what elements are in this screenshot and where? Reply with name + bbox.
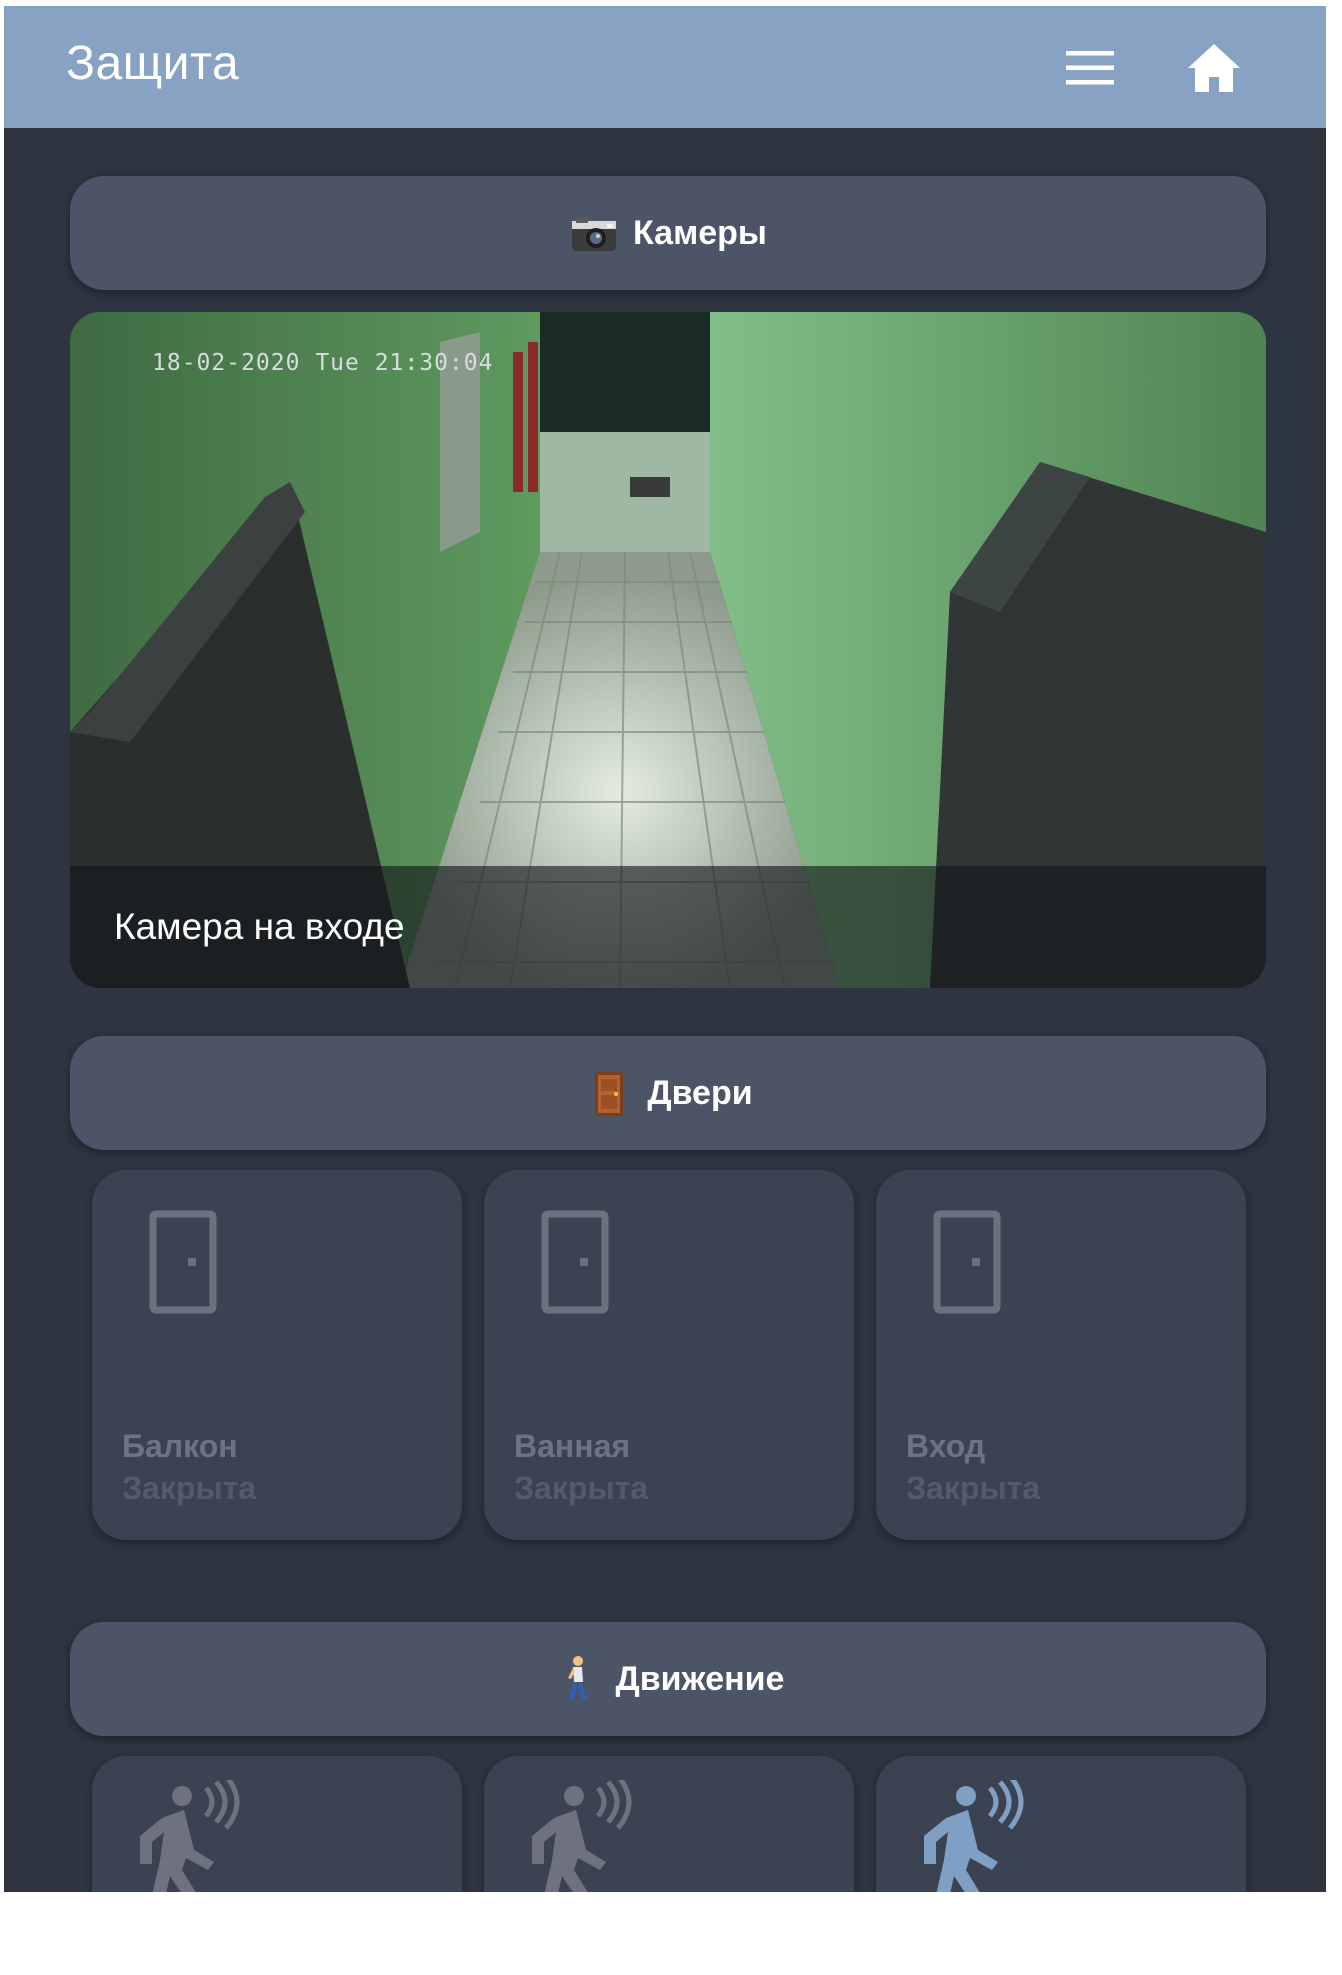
menu-button[interactable]	[1058, 36, 1122, 100]
door-name: Вход	[906, 1428, 986, 1464]
camera-emoji-icon	[572, 217, 617, 251]
motion-section-header[interactable]: Движение	[70, 1622, 1266, 1736]
door-emoji-icon	[595, 1072, 624, 1116]
motion-sensor-tile-2[interactable]	[484, 1756, 854, 1892]
app-screen: Защита Камеры 18-02-2020 Tue 21:30:04 Ка…	[4, 6, 1326, 1892]
page-title: Защита	[66, 37, 240, 90]
cameras-section-label: Камеры	[633, 213, 767, 252]
entrance-camera-feed[interactable]: 18-02-2020 Tue 21:30:04 Камера на входе	[70, 312, 1266, 988]
hamburger-menu-icon	[1066, 51, 1114, 85]
motion-sensor-tile-1[interactable]	[92, 1756, 462, 1892]
door-state: Закрыта	[906, 1470, 1041, 1506]
door-name: Ванная	[514, 1428, 631, 1464]
door-tile-entrance[interactable]: Вход Закрыта	[876, 1170, 1246, 1540]
door-state: Закрыта	[514, 1470, 649, 1506]
cameras-section-header[interactable]: Камеры	[70, 176, 1266, 290]
motion-sensor-tile-3[interactable]	[876, 1756, 1246, 1892]
motion-sensor-icon	[140, 1780, 240, 1892]
doors-section-label: Двери	[647, 1073, 753, 1112]
camera-timestamp: 18-02-2020 Tue 21:30:04	[152, 350, 494, 376]
top-app-bar: Защита	[4, 6, 1326, 128]
doors-section-header[interactable]: Двери	[70, 1036, 1266, 1150]
door-state: Закрыта	[122, 1470, 257, 1506]
motion-sensor-icon	[532, 1780, 632, 1892]
motion-sensor-active-icon	[924, 1780, 1024, 1892]
door-icon	[933, 1210, 1001, 1314]
door-icon	[149, 1210, 217, 1314]
home-icon	[1188, 44, 1240, 92]
home-button[interactable]	[1182, 36, 1246, 100]
door-tile-balcony[interactable]: Балкон Закрыта	[92, 1170, 462, 1540]
motion-section-label: Движение	[615, 1659, 785, 1698]
door-icon	[541, 1210, 609, 1314]
walking-person-emoji-icon	[567, 1656, 587, 1700]
door-tile-bathroom[interactable]: Ванная Закрыта	[484, 1170, 854, 1540]
camera-caption: Камера на входе	[114, 906, 405, 947]
door-name: Балкон	[122, 1428, 238, 1464]
